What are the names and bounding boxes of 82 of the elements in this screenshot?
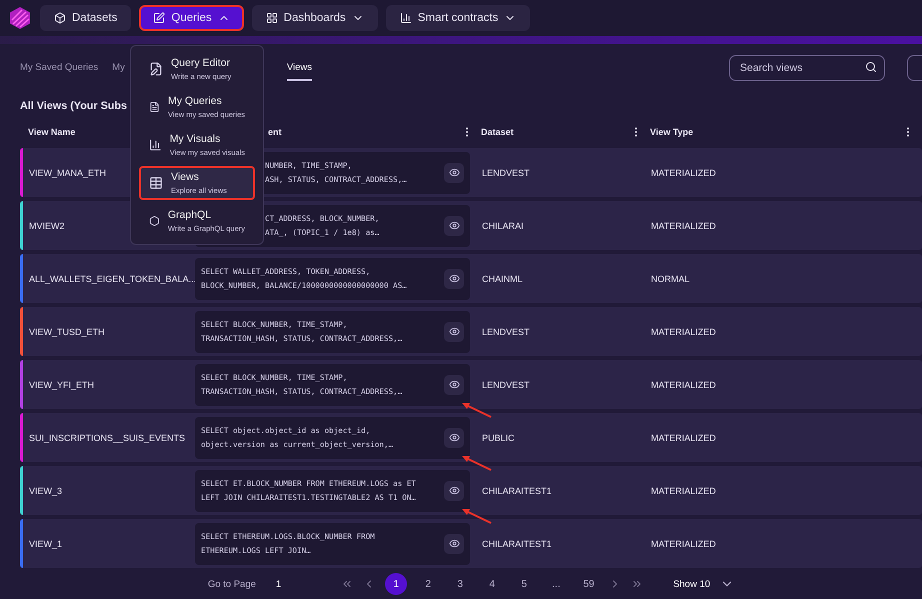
- eye-icon: [448, 273, 460, 284]
- tab[interactable]: My Saved Queries: [20, 56, 98, 80]
- dataset-cell: LENDVEST: [482, 380, 530, 390]
- dataset-cell: LENDVEST: [482, 326, 530, 336]
- eye-icon: [448, 167, 460, 178]
- dataset-cell: CHILARAITEST1: [482, 538, 552, 548]
- view-type-cell: MATERIALIZED: [651, 538, 716, 548]
- last-page-icon[interactable]: [631, 578, 644, 590]
- page-size-select[interactable]: Show 10: [673, 578, 710, 590]
- page-title: All Views (Your Subs: [20, 99, 127, 114]
- eye-icon: [448, 538, 460, 549]
- page-button[interactable]: 5: [513, 573, 536, 595]
- file-edit-icon: [149, 62, 163, 76]
- dataset-cell: LENDVEST: [482, 168, 530, 178]
- page-button[interactable]: ...: [545, 573, 568, 595]
- view-type-cell: NORMAL: [651, 274, 690, 284]
- view-type-cell: MATERIALIZED: [651, 486, 716, 496]
- eye-icon: [448, 379, 460, 390]
- table-icon: [149, 176, 163, 190]
- nav-button[interactable]: Dashboards: [252, 5, 378, 31]
- bar-chart-icon: [400, 12, 412, 24]
- view-type-cell: MATERIALIZED: [651, 220, 716, 230]
- nav-button[interactable]: Queries: [139, 5, 244, 31]
- first-page-icon[interactable]: [341, 578, 354, 590]
- tab[interactable]: My: [112, 56, 125, 80]
- search-field[interactable]: Search views: [729, 55, 885, 81]
- view-type-cell: MATERIALIZED: [651, 380, 716, 390]
- view-button[interactable]: [444, 374, 464, 394]
- view-button[interactable]: [444, 322, 464, 342]
- logo-icon: [8, 6, 32, 30]
- cube-icon: [54, 12, 66, 24]
- view-button[interactable]: [444, 534, 464, 554]
- menu-item-title: My Visuals: [170, 133, 222, 145]
- view-button[interactable]: [444, 428, 464, 448]
- menu-item-title: My Queries: [168, 95, 223, 107]
- go-to-page-label: Go to Page: [208, 578, 256, 590]
- view-button[interactable]: [444, 268, 464, 288]
- column-header: View Name: [28, 127, 76, 137]
- eye-icon: [448, 432, 460, 443]
- dataset-cell: CHAINML: [482, 274, 523, 284]
- grid-icon: [266, 12, 278, 24]
- view-button[interactable]: [444, 480, 464, 500]
- eye-icon: [448, 220, 460, 231]
- dataset-cell: CHILARAITEST1: [482, 486, 552, 496]
- column-header: ent: [268, 127, 282, 137]
- hexagon-icon: [149, 214, 160, 228]
- view-name: VIEW_YFI_ETH: [29, 380, 94, 390]
- menu-item-title: GraphQL: [168, 209, 212, 221]
- nav-button[interactable]: Smart contracts: [386, 5, 530, 31]
- view-name: ALL_WALLETS_EIGEN_TOKEN_BALA...: [29, 274, 196, 284]
- view-name: SUI_INSCRIPTIONS__SUIS_EVENTS: [29, 432, 186, 442]
- document-icon: [149, 100, 160, 114]
- menu-item-title: Views: [171, 171, 200, 183]
- page-button[interactable]: 2: [417, 573, 440, 595]
- menu-item-title: Query Editor: [171, 57, 231, 69]
- page-input[interactable]: 1: [276, 578, 282, 590]
- view-name: VIEW_3: [29, 486, 62, 496]
- view-type-cell: MATERIALIZED: [651, 168, 716, 178]
- view-name: VIEW_1: [29, 538, 62, 548]
- page-button[interactable]: 59: [577, 573, 600, 595]
- view-name: MVIEW2: [29, 220, 65, 230]
- view-name: VIEW_TUSD_ETH: [29, 326, 105, 336]
- page-button[interactable]: 3: [449, 573, 472, 595]
- dataset-cell: CHILARAI: [482, 220, 524, 230]
- view-type-cell: MATERIALIZED: [651, 432, 716, 442]
- column-header: Dataset: [481, 127, 514, 137]
- nav-button[interactable]: Datasets: [40, 5, 132, 31]
- bar-chart-icon: [149, 138, 162, 152]
- eye-icon: [448, 326, 460, 337]
- page-button[interactable]: 1: [385, 573, 408, 595]
- view-button[interactable]: [444, 216, 464, 236]
- view-name: VIEW_MANA_ETH: [29, 168, 106, 178]
- page-button[interactable]: 4: [481, 573, 504, 595]
- view-button[interactable]: [444, 162, 464, 182]
- search-icon: [865, 61, 877, 73]
- filter-button[interactable]: [907, 55, 922, 81]
- edit-icon: [153, 12, 166, 24]
- tab[interactable]: Views: [286, 56, 312, 80]
- column-header: View Type: [650, 127, 694, 137]
- view-type-cell: MATERIALIZED: [651, 326, 716, 336]
- dataset-cell: PUBLIC: [482, 432, 515, 442]
- eye-icon: [448, 485, 460, 496]
